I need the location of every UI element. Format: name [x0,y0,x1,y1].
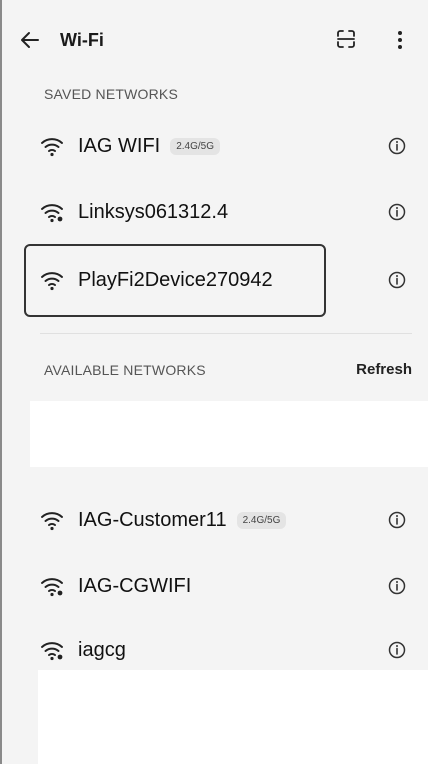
network-ssid: IAG-CGWIFI [78,574,192,597]
loading-placeholder [30,401,428,467]
band-badge: 2.4G/5G [236,511,287,529]
info-icon[interactable] [388,271,406,289]
saved-network-row[interactable]: IAG WIFI 2.4G/5G [20,118,420,174]
saved-network-row[interactable]: Linksys061312.4 [20,184,420,240]
scan-qr-icon[interactable] [334,27,358,51]
more-vertical-icon[interactable] [394,25,406,55]
empty-area [38,670,428,764]
saved-networks-label: SAVED NETWORKS [44,86,179,102]
info-icon[interactable] [388,203,406,221]
available-networks-label: AVAILABLE NETWORKS [44,362,206,378]
wifi-icon [41,138,63,157]
band-badge: 2.4G/5G [170,137,221,155]
info-icon[interactable] [388,577,406,595]
refresh-button[interactable]: Refresh [356,361,412,378]
header: Wi-Fi [0,0,428,74]
wifi-secured-icon [41,204,63,223]
info-icon[interactable] [388,137,406,155]
network-ssid: IAG WIFI [78,134,161,157]
network-ssid: PlayFi2Device270942 [78,268,273,291]
info-icon[interactable] [388,641,406,659]
network-ssid: iagcg [78,638,126,661]
section-divider [40,333,412,334]
info-icon[interactable] [388,511,406,529]
wifi-secured-icon [41,642,63,661]
wifi-icon [41,272,63,291]
page-title: Wi-Fi [60,30,104,50]
available-network-row[interactable]: IAG-CGWIFI [20,558,420,614]
back-arrow-icon[interactable] [18,28,42,52]
network-ssid: IAG-Customer11 [78,508,227,531]
available-network-row[interactable]: IAG-Customer11 2.4G/5G [20,492,420,548]
saved-network-row[interactable]: PlayFi2Device270942 [20,252,420,308]
wifi-secured-icon [41,578,63,597]
wifi-icon [41,512,63,531]
network-ssid: Linksys061312.4 [78,200,229,223]
